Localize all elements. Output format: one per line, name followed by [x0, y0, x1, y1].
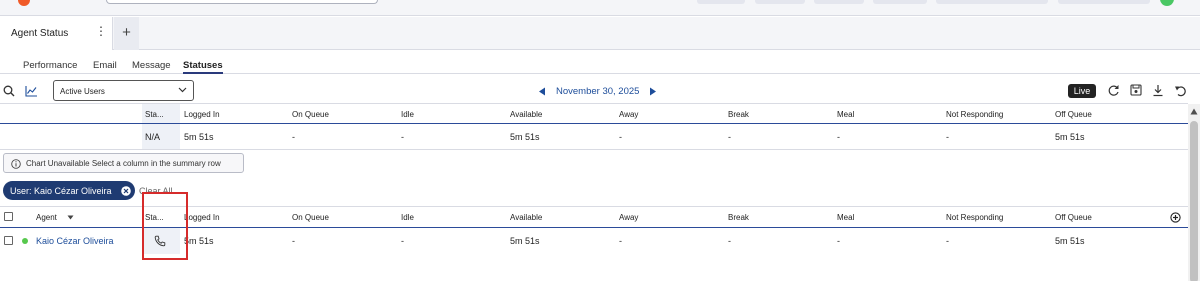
column-header-available[interactable]: Available — [510, 110, 542, 119]
top-toolbar-button[interactable] — [873, 0, 927, 4]
top-toolbar-button[interactable] — [814, 0, 864, 4]
summary-off-queue[interactable]: 5m 51s — [1055, 132, 1085, 142]
summary-status[interactable]: N/A — [145, 132, 160, 142]
row-on-queue[interactable]: - — [292, 236, 295, 246]
agent-name-link[interactable]: Kaio Cézar Oliveira — [36, 236, 114, 246]
summary-logged-in[interactable]: 5m 51s — [184, 132, 214, 142]
row-checkbox[interactable] — [4, 236, 13, 245]
column-header-not-responding[interactable]: Not Responding — [946, 110, 1003, 119]
summary-meal[interactable]: - — [837, 132, 840, 142]
top-toolbar-button[interactable] — [1058, 0, 1150, 4]
top-toolbar-button[interactable] — [936, 0, 1048, 4]
user-filter-chip-label: User: Kaio Cézar Oliveira — [10, 186, 112, 196]
column-header-away[interactable]: Away — [619, 213, 638, 222]
tab-performance[interactable]: Performance — [23, 60, 77, 71]
tab-title: Agent Status — [11, 28, 69, 39]
row-idle[interactable]: - — [401, 236, 404, 246]
global-search-input[interactable] — [106, 0, 378, 4]
app-top-bar — [0, 0, 1200, 16]
row-break[interactable]: - — [728, 236, 731, 246]
row-meal[interactable]: - — [837, 236, 840, 246]
row-not-responding[interactable]: - — [946, 236, 949, 246]
column-header-logged-in[interactable]: Logged In — [184, 213, 220, 222]
close-icon[interactable] — [121, 186, 131, 196]
next-date-icon[interactable] — [649, 87, 657, 96]
column-header-logged-in[interactable]: Logged In — [184, 110, 220, 119]
current-date: November 30, 2025 — [556, 86, 640, 97]
user-filter-select-value: Active Users — [60, 87, 105, 96]
user-filter-select[interactable]: Active Users — [53, 80, 194, 101]
column-header-not-responding[interactable]: Not Responding — [946, 213, 1003, 222]
row-logged-in[interactable]: 5m 51s — [184, 236, 214, 246]
top-toolbar-button[interactable] — [755, 0, 805, 4]
summary-on-queue[interactable]: - — [292, 132, 295, 142]
view-toolbar: Active Users November 30, 2025 Live — [0, 79, 1200, 103]
user-filter-chip[interactable]: User: Kaio Cézar Oliveira — [3, 181, 135, 200]
top-toolbar-button[interactable] — [697, 0, 745, 4]
add-column-icon[interactable] — [1170, 212, 1181, 223]
scroll-up-arrow-icon[interactable] — [1190, 108, 1198, 115]
online-status-dot — [22, 238, 28, 244]
search-icon[interactable] — [3, 85, 15, 97]
column-header-break[interactable]: Break — [728, 110, 749, 119]
live-button[interactable]: Live — [1068, 84, 1096, 98]
summary-not-responding[interactable]: - — [946, 132, 949, 142]
vertical-scrollbar[interactable] — [1188, 104, 1200, 281]
workspace-tab-strip: Agent Status ⋮ + — [0, 17, 1200, 50]
download-icon[interactable] — [1152, 84, 1164, 97]
column-header-meal[interactable]: Meal — [837, 213, 854, 222]
row-away[interactable]: - — [619, 236, 622, 246]
column-header-agent[interactable]: Agent — [36, 213, 57, 222]
column-header-status[interactable]: Sta... — [145, 110, 164, 119]
chevron-down-icon — [178, 87, 187, 93]
chart-icon[interactable] — [25, 85, 38, 97]
chart-unavailable-notice: Chart Unavailable Select a column in the… — [3, 153, 244, 173]
select-all-checkbox[interactable] — [4, 212, 13, 221]
info-icon — [11, 159, 21, 169]
annotation-highlight-box — [142, 192, 188, 260]
vertical-ellipsis-icon[interactable]: ⋮ — [95, 25, 107, 37]
column-header-meal[interactable]: Meal — [837, 110, 854, 119]
refresh-icon[interactable] — [1107, 84, 1120, 97]
app-logo — [18, 0, 30, 6]
divider — [0, 149, 1188, 150]
summary-header-row: Sta... Logged In On Queue Idle Available… — [0, 104, 1188, 124]
column-header-available[interactable]: Available — [510, 213, 542, 222]
column-header-break[interactable]: Break — [728, 213, 749, 222]
tab-email[interactable]: Email — [93, 60, 117, 71]
view-subtabs: Performance Email Message Statuses — [0, 51, 1200, 74]
summary-row: N/A 5m 51s - - 5m 51s - - - - 5m 51s — [0, 124, 1188, 150]
row-off-queue[interactable]: 5m 51s — [1055, 236, 1085, 246]
column-header-idle[interactable]: Idle — [401, 110, 414, 119]
chart-unavailable-text: Chart Unavailable Select a column in the… — [26, 159, 221, 168]
column-header-on-queue[interactable]: On Queue — [292, 213, 329, 222]
user-presence-indicator[interactable] — [1160, 0, 1174, 6]
summary-away[interactable]: - — [619, 132, 622, 142]
tab-agent-status[interactable]: Agent Status ⋮ — [0, 17, 113, 50]
previous-date-icon[interactable] — [538, 87, 546, 96]
plus-icon[interactable]: + — [114, 17, 139, 50]
tab-statuses[interactable]: Statuses — [183, 60, 223, 74]
save-icon[interactable] — [1130, 84, 1142, 96]
summary-available[interactable]: 5m 51s — [510, 132, 540, 142]
column-header-off-queue[interactable]: Off Queue — [1055, 110, 1092, 119]
sort-descending-icon[interactable] — [67, 215, 74, 220]
row-available[interactable]: 5m 51s — [510, 236, 540, 246]
undo-icon[interactable] — [1174, 84, 1187, 97]
column-header-away[interactable]: Away — [619, 110, 638, 119]
column-header-on-queue[interactable]: On Queue — [292, 110, 329, 119]
tab-message[interactable]: Message — [132, 60, 171, 71]
summary-idle[interactable]: - — [401, 132, 404, 142]
column-header-off-queue[interactable]: Off Queue — [1055, 213, 1092, 222]
summary-break[interactable]: - — [728, 132, 731, 142]
column-header-idle[interactable]: Idle — [401, 213, 414, 222]
scrollbar-thumb[interactable] — [1190, 121, 1198, 281]
